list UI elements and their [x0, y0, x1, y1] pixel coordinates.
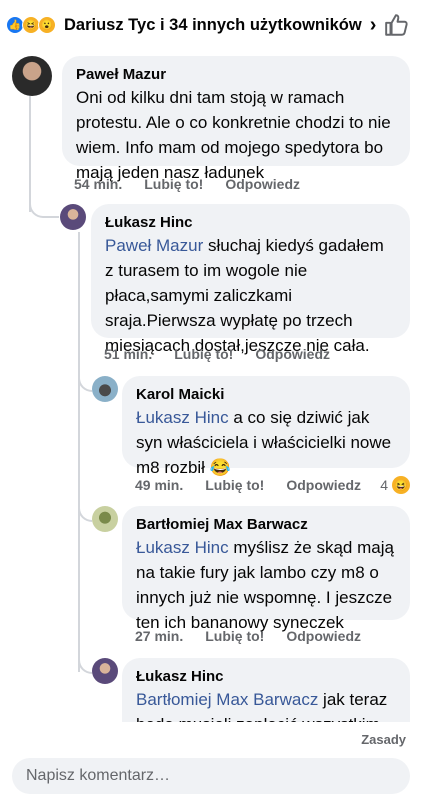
comment-actions: 27 min. Lubię to! Odpowiedz — [135, 628, 383, 644]
like-button[interactable]: Lubię to! — [174, 346, 233, 362]
comment-bubble: Łukasz Hinc Bartłomiej Max Barwacz jak t… — [122, 658, 410, 722]
comment-author[interactable]: Paweł Mazur — [76, 65, 396, 85]
comment-text: Łukasz Hinc a co się dziwić jak syn właś… — [136, 408, 392, 477]
thread-connector — [78, 504, 92, 522]
avatar[interactable] — [92, 376, 118, 402]
haha-icon: 😆 — [392, 476, 410, 494]
laughing-emoji: 😂 — [209, 458, 231, 477]
mention-link[interactable]: Łukasz Hinc — [136, 408, 229, 427]
comment-actions: 49 min. Lubię to! Odpowiedz — [135, 477, 383, 493]
comment-actions: 54 min. Lubię to! Odpowiedz — [74, 176, 322, 192]
comment-text: Łukasz Hinc myślisz że skąd mają na taki… — [136, 538, 394, 632]
comment-author[interactable]: Łukasz Hinc — [105, 213, 396, 233]
comment-time[interactable]: 51 min. — [104, 346, 152, 362]
comment-time[interactable]: 54 min. — [74, 176, 122, 192]
avatar[interactable] — [60, 204, 86, 230]
comment-author[interactable]: Łukasz Hinc — [136, 667, 396, 687]
reactors-title[interactable]: Dariusz Tyc i 34 innych użytkowników — [64, 16, 362, 35]
thread-connector — [29, 200, 59, 218]
like-button[interactable]: Lubię to! — [144, 176, 203, 192]
reply-button[interactable]: Odpowiedz — [286, 477, 361, 493]
thread-connector — [78, 656, 92, 674]
comment-time[interactable]: 27 min. — [135, 628, 183, 644]
avatar[interactable] — [92, 658, 118, 684]
reaction-count-value: 4 — [380, 477, 388, 493]
thread-line — [78, 232, 80, 672]
comment-time[interactable]: 49 min. — [135, 477, 183, 493]
comment-text: Bartłomiej Max Barwacz jak teraz beda mu… — [136, 690, 388, 722]
mention-link[interactable]: Bartłomiej Max Barwacz — [136, 690, 318, 709]
comment-actions: 51 min. Lubię to! Odpowiedz — [104, 346, 352, 362]
reaction-icons: 👍 😆 😮 — [6, 16, 56, 34]
comment-text: Oni od kilku dni tam stoją w ramach prot… — [76, 88, 391, 182]
reactions-header[interactable]: 👍 😆 😮 Dariusz Tyc i 34 innych użytkownik… — [0, 0, 422, 50]
reply-button[interactable]: Odpowiedz — [286, 628, 361, 644]
avatar[interactable] — [12, 56, 52, 96]
reply-button[interactable]: Odpowiedz — [225, 176, 300, 192]
avatar[interactable] — [92, 506, 118, 532]
rules-link[interactable]: Zasady — [361, 732, 406, 747]
thread-connector — [78, 374, 92, 392]
chevron-right-icon[interactable]: › — [370, 14, 377, 37]
like-outline-icon[interactable] — [384, 12, 410, 38]
comment-author[interactable]: Karol Maicki — [136, 385, 396, 405]
like-button[interactable]: Lubię to! — [205, 477, 264, 493]
comment-bubble: Bartłomiej Max Barwacz Łukasz Hinc myśli… — [122, 506, 410, 632]
comment-author[interactable]: Bartłomiej Max Barwacz — [136, 515, 396, 535]
comment-bubble: Karol Maicki Łukasz Hinc a co się dziwić… — [122, 376, 410, 477]
comment-input[interactable]: Napisz komentarz… — [12, 758, 410, 794]
thread-line — [29, 92, 31, 212]
comment-text: Paweł Mazur słuchaj kiedyś gadałem z tur… — [105, 236, 384, 355]
reply-button[interactable]: Odpowiedz — [255, 346, 330, 362]
mention-link[interactable]: Paweł Mazur — [105, 236, 203, 255]
like-button[interactable]: Lubię to! — [205, 628, 264, 644]
wow-icon: 😮 — [38, 16, 56, 34]
comment-bubble: Paweł Mazur Oni od kilku dni tam stoją w… — [62, 56, 410, 182]
reaction-count[interactable]: 4 😆 — [380, 476, 410, 494]
comment-bubble: Łukasz Hinc Paweł Mazur słuchaj kiedyś g… — [91, 204, 410, 355]
mention-link[interactable]: Łukasz Hinc — [136, 538, 229, 557]
